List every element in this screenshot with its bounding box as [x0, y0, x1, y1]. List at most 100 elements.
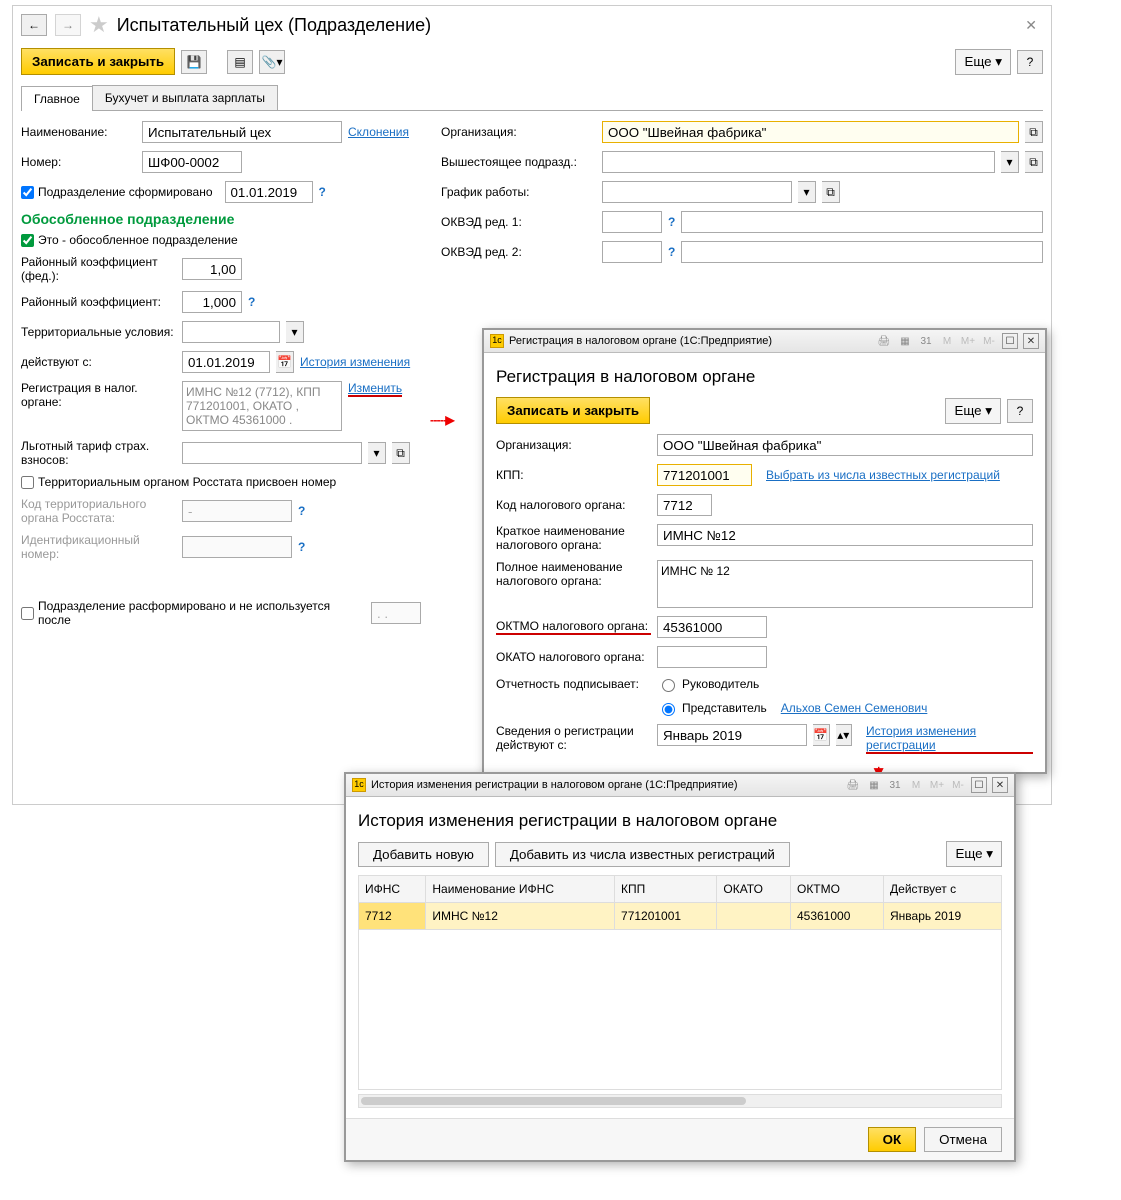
app-icon: 1c	[352, 778, 366, 792]
change-link[interactable]: Изменить	[348, 381, 402, 397]
region-input[interactable]	[182, 291, 242, 313]
number-input[interactable]	[142, 151, 242, 173]
name-label: Наименование:	[21, 125, 136, 139]
okved1-label: ОКВЭД ред. 1:	[441, 215, 596, 229]
calendar-icon[interactable]: 📅	[276, 351, 294, 373]
list-icon-button[interactable]: ▤	[227, 50, 253, 74]
back-button[interactable]: ←	[21, 14, 47, 36]
terr-input[interactable]	[182, 321, 280, 343]
print-icon[interactable]: 🖨	[876, 333, 892, 349]
select-known-link[interactable]: Выбрать из числа известных регистраций	[766, 468, 1000, 482]
okved1-code[interactable]	[602, 211, 662, 233]
save-icon-button[interactable]: 💾	[181, 50, 207, 74]
col-oktmo: ОКТМО	[790, 876, 883, 903]
help-icon[interactable]: ?	[668, 245, 675, 259]
calendar-icon[interactable]: 31	[887, 777, 903, 793]
number-label: Номер:	[21, 155, 136, 169]
okato-input[interactable]	[657, 646, 767, 668]
open-icon[interactable]: ⧉	[392, 442, 410, 464]
validfrom-input[interactable]	[657, 724, 807, 746]
dropdown-icon[interactable]: ▾	[798, 181, 816, 203]
m-minus-icon: M-	[981, 333, 997, 349]
disband-date	[371, 602, 421, 624]
more-button[interactable]: Еще ▾	[945, 398, 1001, 424]
close-icon[interactable]: ✕	[992, 777, 1008, 793]
short-input[interactable]	[657, 524, 1033, 546]
parent-input[interactable]	[602, 151, 995, 173]
dropdown-icon[interactable]: ▾	[368, 442, 386, 464]
ok-button[interactable]: ОК	[868, 1127, 917, 1152]
separate-label: Это - обособленное подразделение	[38, 233, 238, 247]
close-icon[interactable]: ✕	[1023, 333, 1039, 349]
dropdown-icon[interactable]: ▾	[286, 321, 304, 343]
help-icon[interactable]: ?	[298, 504, 305, 518]
id-input	[182, 536, 292, 558]
org-label: Организация:	[441, 125, 596, 139]
calc-icon[interactable]: ▦	[866, 777, 882, 793]
help-button[interactable]: ?	[1007, 399, 1033, 423]
cancel-button[interactable]: Отмена	[924, 1127, 1002, 1152]
oktmo-input[interactable]	[657, 616, 767, 638]
print-icon[interactable]: 🖨	[845, 777, 861, 793]
okved2-code[interactable]	[602, 241, 662, 263]
region-fed-input[interactable]	[182, 258, 242, 280]
tariff-input[interactable]	[182, 442, 362, 464]
valid-date-input[interactable]	[182, 351, 270, 373]
tab-main[interactable]: Главное	[21, 86, 93, 111]
rosstat-checkbox[interactable]	[21, 476, 34, 489]
kpp-input[interactable]	[657, 464, 752, 486]
more-button[interactable]: Еще ▾	[955, 49, 1011, 75]
tab-accounting[interactable]: Бухучет и выплата зарплаты	[92, 85, 278, 110]
org-input[interactable]	[602, 121, 1019, 143]
spinner-icon[interactable]: ▴▾	[836, 724, 853, 746]
formed-checkbox[interactable]	[21, 186, 34, 199]
help-button[interactable]: ?	[1017, 50, 1043, 74]
table-row[interactable]: 7712 ИМНС №12 771201001 45361000 Январь …	[359, 903, 1002, 930]
help-icon[interactable]: ?	[298, 540, 305, 554]
org-input[interactable]	[657, 434, 1033, 456]
more-button[interactable]: Еще ▾	[946, 841, 1002, 867]
attach-icon-button[interactable]: 📎▾	[259, 50, 285, 74]
save-close-button[interactable]: Записать и закрыть	[21, 48, 175, 75]
representative-link[interactable]: Альхов Семен Семенович	[781, 701, 928, 715]
calendar-icon[interactable]: 31	[918, 333, 934, 349]
okved1-text[interactable]	[681, 211, 1043, 233]
radio-manager[interactable]	[662, 679, 675, 692]
full-input[interactable]: ИМНС № 12	[657, 560, 1033, 608]
calendar-icon[interactable]: 📅	[813, 724, 830, 746]
help-icon[interactable]: ?	[668, 215, 675, 229]
short-label: Краткое наименование налогового органа:	[496, 524, 651, 552]
code-input[interactable]	[657, 494, 712, 516]
schedule-input[interactable]	[602, 181, 792, 203]
close-icon[interactable]: ✕	[1019, 17, 1043, 34]
maximize-icon[interactable]: ☐	[971, 777, 987, 793]
open-icon[interactable]: ⧉	[1025, 151, 1043, 173]
add-new-button[interactable]: Добавить новую	[358, 842, 489, 867]
open-icon[interactable]: ⧉	[822, 181, 840, 203]
history-link[interactable]: История изменения	[300, 355, 410, 369]
org-label: Организация:	[496, 438, 651, 452]
separate-checkbox[interactable]	[21, 234, 34, 247]
id-label: Идентификационный номер:	[21, 533, 176, 561]
radio-representative[interactable]	[662, 703, 675, 716]
open-icon[interactable]: ⧉	[1025, 121, 1043, 143]
history-table[interactable]: ИФНС Наименование ИФНС КПП ОКАТО ОКТМО Д…	[358, 875, 1002, 930]
name-input[interactable]	[142, 121, 342, 143]
okved2-text[interactable]	[681, 241, 1043, 263]
help-icon[interactable]: ?	[319, 185, 326, 199]
favorite-star-icon[interactable]: ★	[89, 12, 109, 38]
formed-date-input[interactable]	[225, 181, 313, 203]
calc-icon[interactable]: ▦	[897, 333, 913, 349]
dropdown-icon[interactable]: ▾	[1001, 151, 1019, 173]
add-known-button[interactable]: Добавить из числа известных регистраций	[495, 842, 790, 867]
disband-checkbox[interactable]	[21, 607, 34, 620]
maximize-icon[interactable]: ☐	[1002, 333, 1018, 349]
col-ifns: ИФНС	[359, 876, 426, 903]
declension-link[interactable]: Склонения	[348, 125, 409, 139]
help-icon[interactable]: ?	[248, 295, 255, 309]
forward-button[interactable]: →	[55, 14, 81, 36]
horizontal-scrollbar[interactable]	[358, 1094, 1002, 1108]
save-close-button[interactable]: Записать и закрыть	[496, 397, 650, 424]
reg-textarea[interactable]: ИМНС №12 (7712), КПП 771201001, ОКАТО , …	[182, 381, 342, 431]
history-link[interactable]: История изменения регистрации	[866, 724, 1033, 754]
